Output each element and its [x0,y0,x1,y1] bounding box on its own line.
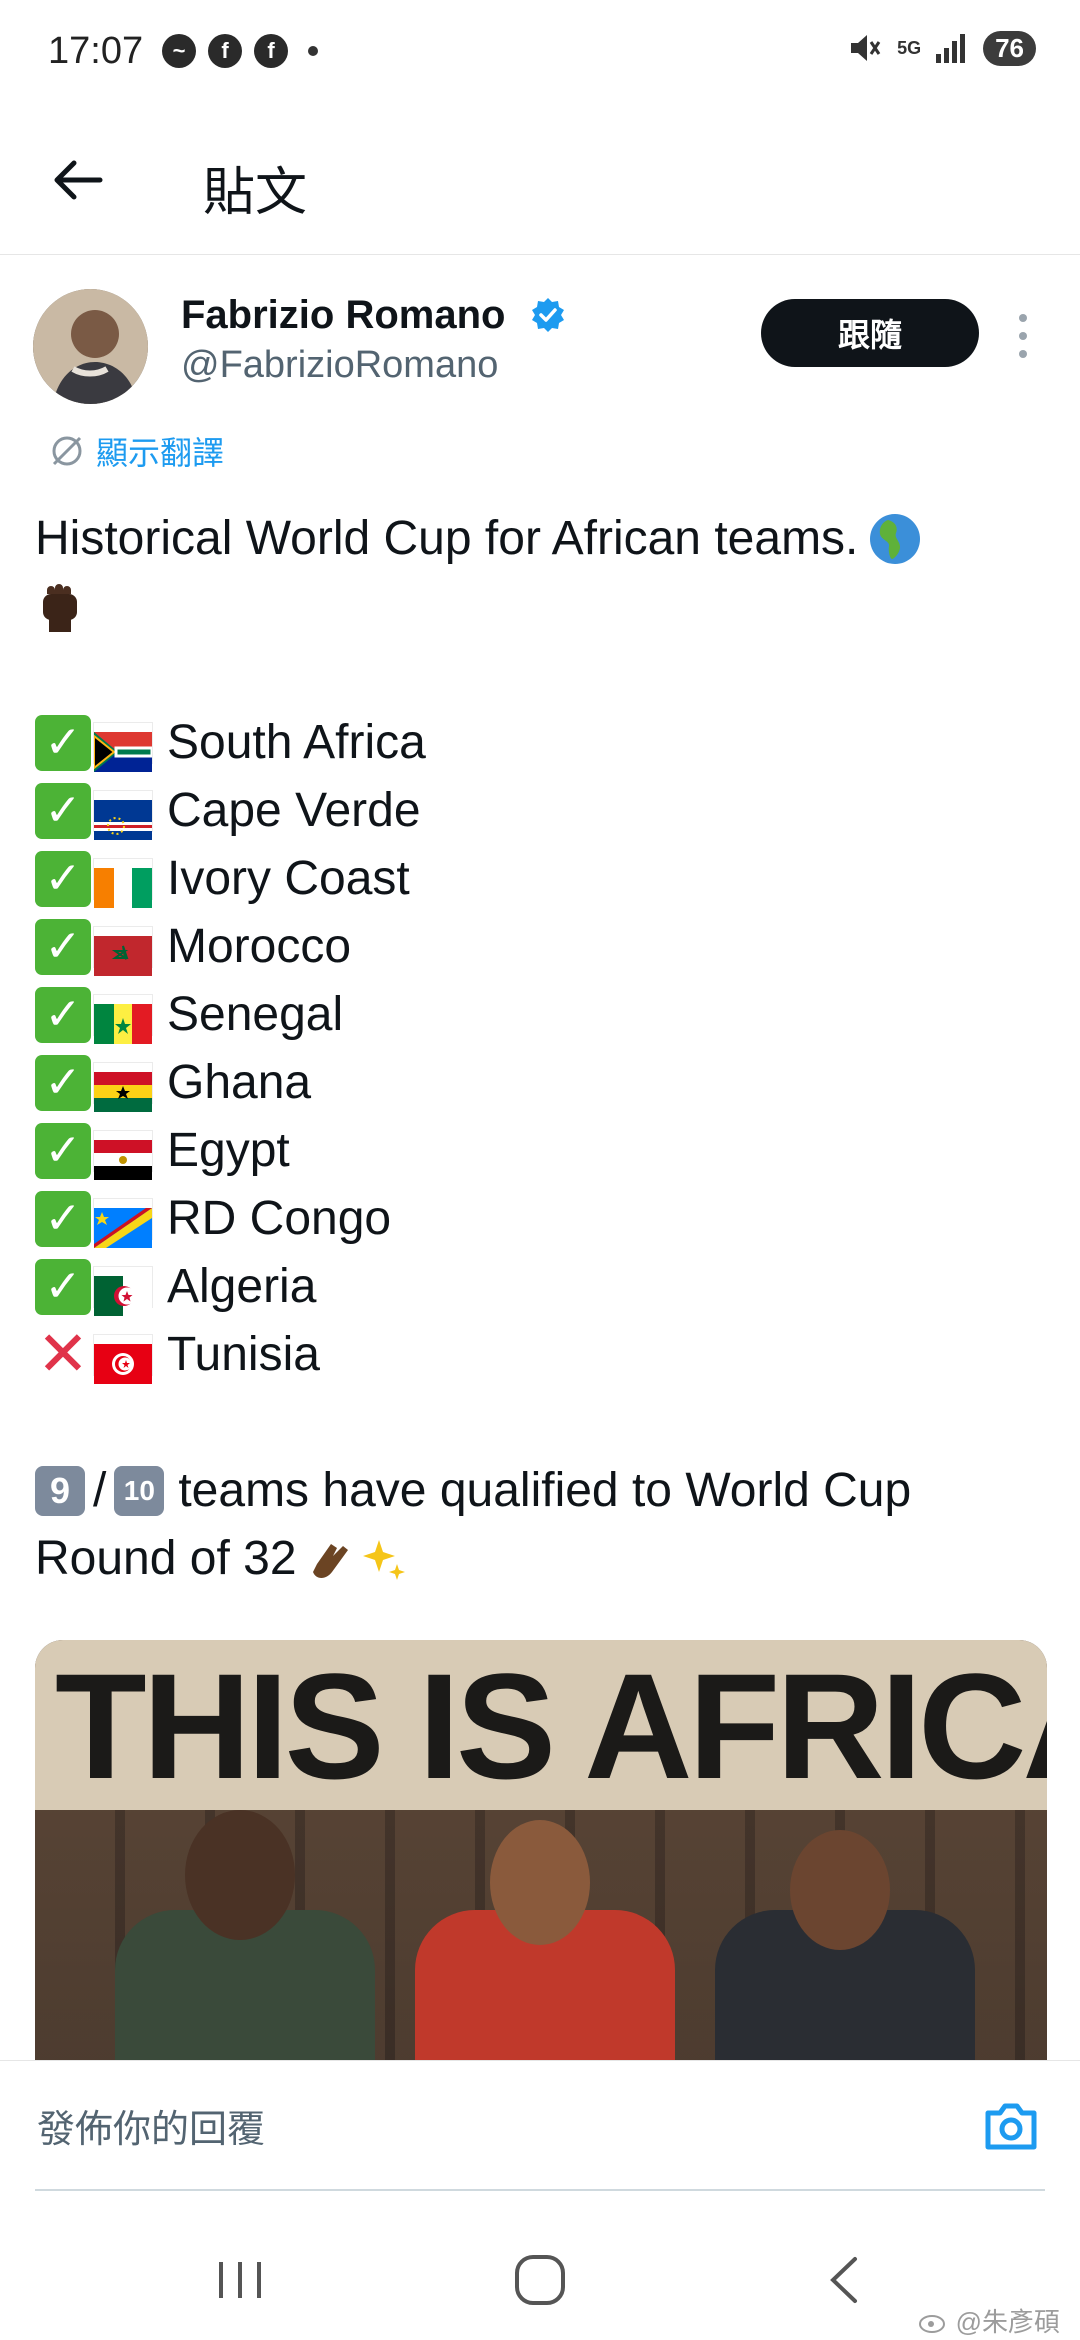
check-mark-icon: ✓ [35,1055,91,1111]
team-name: Morocco [167,920,352,973]
check-mark-icon: ✓ [35,919,91,975]
network-type: 5G [897,38,922,58]
summary-line-2: Round of 32 [35,1525,1035,1593]
summary-text-1: teams have qualified to World Cup [178,1464,912,1517]
headline-text: Historical World Cup for African teams. [35,512,859,565]
summary-text-2: Round of 32 [35,1532,297,1585]
team-row: ✕ Tunisia [35,1321,1035,1389]
globe-africa-icon [870,514,921,564]
team-name: RD Congo [167,1192,392,1245]
watermark-text: @朱彥碩 [955,2307,1060,2337]
more-options-icon[interactable] [1013,314,1033,358]
verified-badge-icon [532,298,564,332]
translate-icon [52,436,82,466]
flag-icon [93,1334,153,1384]
flag-icon [93,722,154,772]
person-3-head [790,1830,890,1950]
team-name: South Africa [167,716,426,769]
clapping-hands-icon [312,1544,348,1578]
recent-apps-button[interactable] [200,2240,280,2320]
flag-icon [93,1266,153,1316]
team-row: ✓ Egypt [35,1117,1035,1185]
team-name: Ghana [167,1056,312,1109]
person-1-head [185,1810,295,1940]
sparkles-icon [362,1540,405,1580]
team-name: Egypt [167,1124,290,1177]
tweet-image[interactable]: THIS IS AFRICA [35,1640,1047,2060]
flag-icon [93,858,153,908]
avatar[interactable] [33,289,148,404]
weibo-logo-icon [918,2314,945,2333]
back-arrow-icon[interactable] [48,150,108,210]
avatar-photo [33,289,148,404]
reply-bar [0,2060,1080,2191]
keycap-10: 10 [114,1466,165,1516]
team-name: Tunisia [167,1328,320,1381]
check-mark-icon: ✓ [35,851,91,907]
back-button[interactable] [805,2240,885,2320]
reply-input[interactable] [35,2079,979,2181]
team-row: ✓ Cape Verde [35,777,1035,845]
follow-button[interactable]: 跟隨 [761,299,979,367]
flag-icon [93,994,153,1044]
home-button[interactable] [500,2240,580,2320]
recent-apps-icon [219,2262,261,2298]
check-mark-icon: ✓ [35,1259,91,1315]
team-name: Ivory Coast [167,852,410,905]
team-row: ✓ Ivory Coast [35,845,1035,913]
flag-icon [93,790,153,840]
back-chevron-icon [830,2257,857,2303]
watermark: @朱彥碩 [918,2302,1060,2339]
camera-icon[interactable] [982,2099,1040,2153]
team-row: ✓ Algeria [35,1253,1035,1321]
status-bar: 17:07 ~ f f 5G 76 [0,0,1080,100]
translate-label: 顯示翻譯 [96,435,225,471]
tweet-body: Historical World Cup for African teams. … [35,505,1035,1593]
team-row: ✓ Senegal [35,981,1035,1049]
flag-icon [93,1062,153,1112]
check-mark-icon: ✓ [35,1123,91,1179]
translate-link[interactable]: 顯示翻譯 [48,428,224,474]
check-mark-icon: ✓ [35,1191,91,1247]
team-row: ✓ Morocco [35,913,1035,981]
messenger-icon: ~ [162,34,196,68]
keycap-9: 9 [35,1466,85,1516]
flag-icon [93,1130,153,1180]
battery-level: 76 [983,30,1036,66]
facebook-icon: f [254,34,288,68]
cross-mark-icon: ✕ [37,1320,89,1389]
author-name[interactable]: Fabrizio Romano [181,293,505,338]
check-mark-icon: ✓ [35,987,91,1043]
author-handle[interactable]: @FabrizioRomano [181,344,498,387]
check-mark-icon: ✓ [35,715,91,771]
tweet-headline: Historical World Cup for African teams. [35,505,1035,573]
status-indicators: 5G 76 [847,30,1036,66]
page-title: 貼文 [203,164,308,222]
app-header: 貼文 [0,110,1080,255]
mute-icon [851,35,881,61]
flag-icon [93,926,153,976]
slash: / [93,1464,107,1517]
home-icon [515,2255,565,2305]
signal-icon [936,34,966,63]
status-time: 17:07 [48,30,144,72]
image-banner-text: THIS IS AFRICA [55,1642,1047,1810]
team-name: Cape Verde [167,784,421,837]
team-list: ✓ South Africa ✓ Cape Verde ✓ Ivory Coast ✓ Mor… [35,709,1035,1389]
team-name: Algeria [167,1260,317,1313]
raised-fist-icon [43,584,77,632]
facebook-icon: f [208,34,242,68]
check-mark-icon: ✓ [35,783,91,839]
team-row: ✓ South Africa [35,709,1035,777]
more-notifications-dot [308,46,318,56]
flag-icon [93,1198,153,1248]
team-row: ✓ Ghana [35,1049,1035,1117]
person-2-head [490,1820,590,1945]
image-banner: THIS IS AFRICA [35,1640,1047,1810]
team-row: ✓ RD Congo [35,1185,1035,1253]
summary-line-1: 9 / 10 teams have qualified to World Cup [35,1457,1035,1525]
raised-fist-line [35,573,1035,641]
team-name: Senegal [167,988,344,1041]
notification-icons: ~ f f [162,34,318,68]
